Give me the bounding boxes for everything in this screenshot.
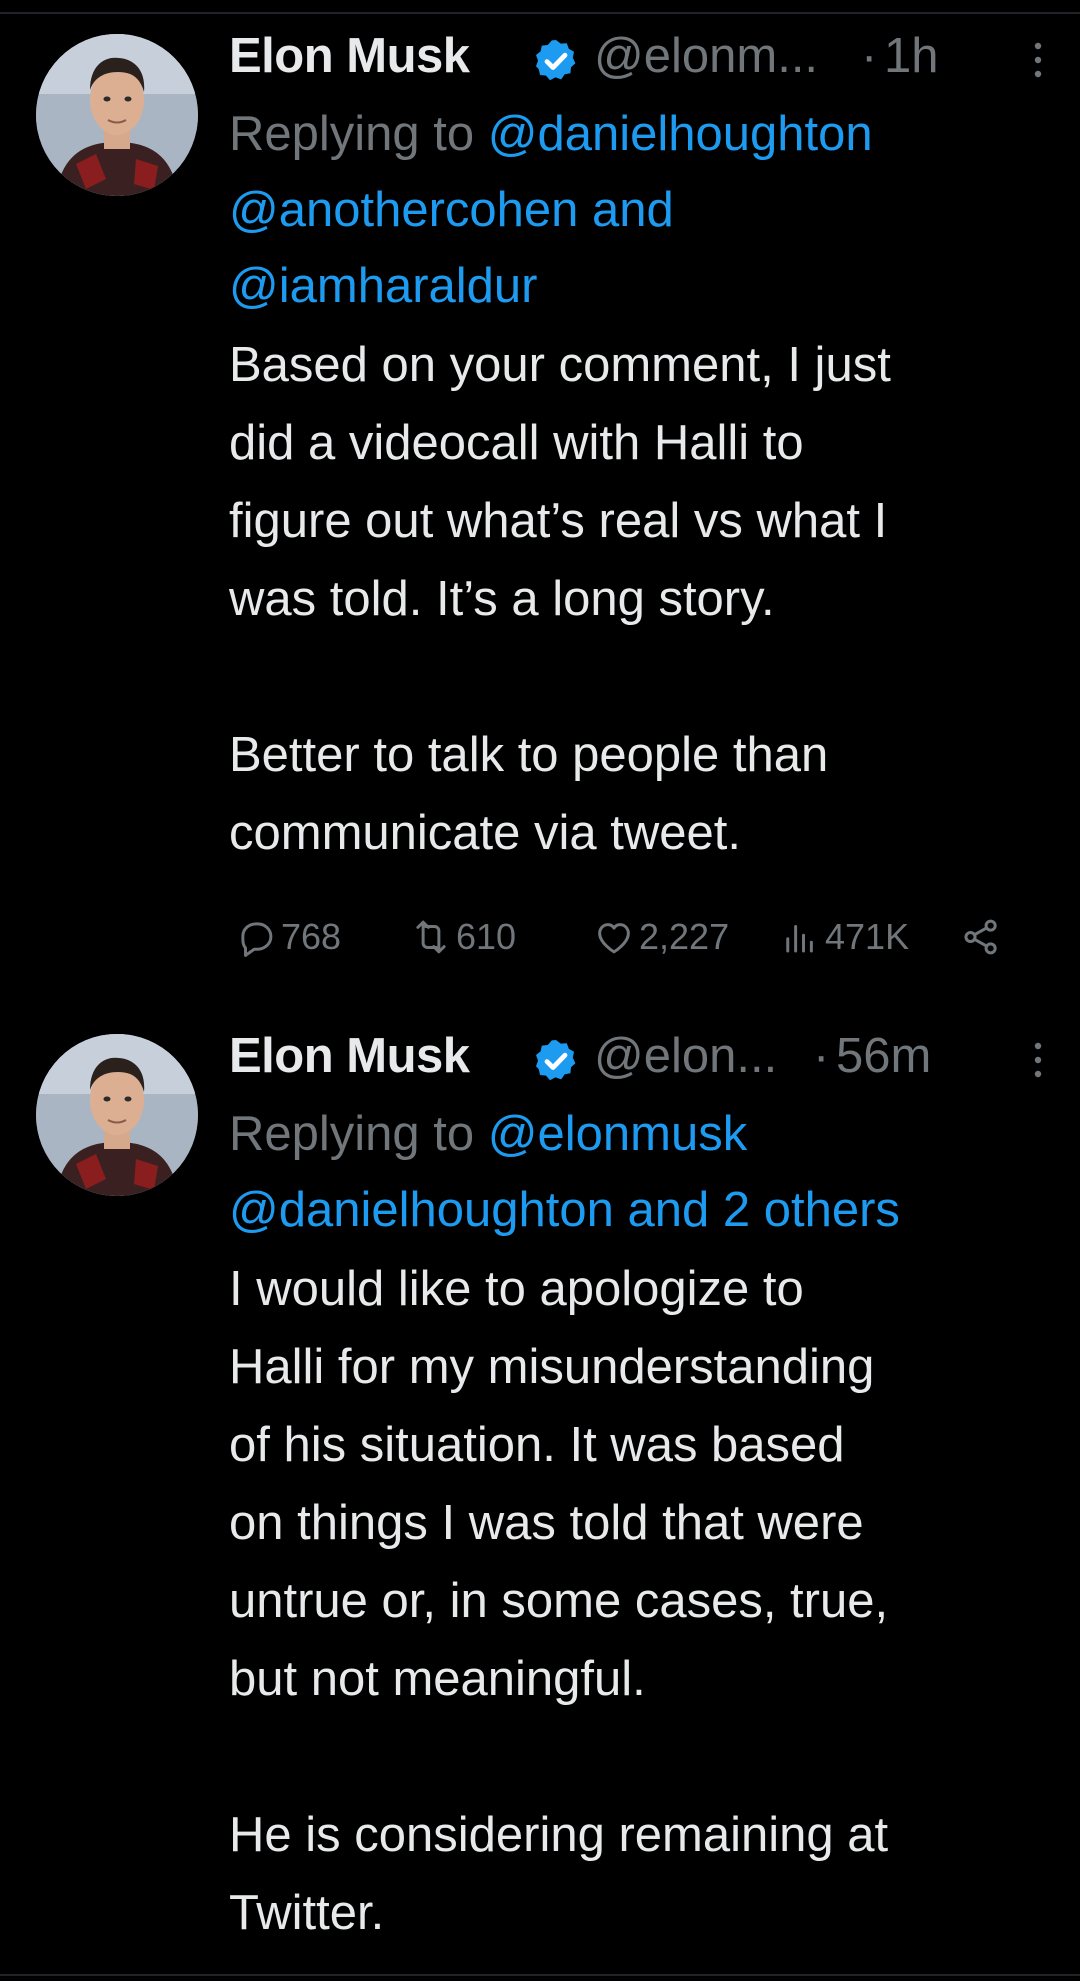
text-line: of his situation. It was based [229,1418,845,1472]
avatar-image [36,34,198,196]
reply-count: 768 [281,916,342,957]
views-count: 471K [825,916,910,957]
tweet-paragraph: Based on your comment, I just did a vide… [229,326,1050,638]
replying-label: Replying to [229,1107,475,1161]
views-bar-chart-icon [786,925,813,953]
views-button[interactable]: 471K [779,912,909,962]
text-line: but not meaningful. [229,1652,646,1706]
tweet[interactable]: Elon Musk @elonm... · 1h Replying to @da… [0,0,1080,1000]
text-line: untrue or, in some cases, true, [229,1574,889,1628]
separator-dot: · [861,29,878,83]
author-name[interactable]: Elon Musk [229,1028,470,1084]
tweet-header: Elon Musk @elonm... · 1h [229,22,1050,96]
like-button[interactable]: 2,227 [593,912,729,962]
tweet-text: I would like to apologize to Halli for m… [229,1250,1050,1952]
tweet-time[interactable]: 56m [836,1028,931,1084]
tweet-text: Based on your comment, I just did a vide… [229,326,1050,872]
tweet-time[interactable]: 1h [884,28,939,84]
text-line: Halli for my misunderstanding [229,1340,875,1394]
author-handle[interactable]: @elon... [594,1028,777,1084]
tweet[interactable]: Elon Musk @elon... · 56m Replying to @el… [0,1000,1080,1975]
author-handle[interactable]: @elonm... [594,28,818,84]
reply-mention-link[interactable]: @danielhoughton [488,107,873,161]
reply-bubble-icon [241,922,273,957]
text-line: Better to talk to people than [229,728,829,782]
verified-badge-icon [536,1040,576,1081]
more-vertical-icon[interactable] [1026,36,1050,86]
text-line: I would like to apologize to [229,1262,804,1316]
tweet-actions: 768 610 2,227 471K [229,912,1009,962]
text-line: was told. It’s a long story. [229,572,775,626]
replying-to: Replying to @danielhoughton @anothercohe… [229,96,1050,324]
tweet-paragraph: Better to talk to people than communicat… [229,716,1050,872]
tweet-paragraph: He is considering remaining at Twitter. [229,1796,1050,1952]
share-button[interactable] [960,912,1006,962]
text-line: Based on your comment, I just [229,338,891,392]
reply-mention-link[interactable]: @iamharaldur [229,248,1050,324]
verified-badge-icon [536,40,576,81]
retweet-button[interactable]: 610 [410,912,516,962]
text-line: communicate via tweet. [229,806,741,860]
text-line: Twitter. [229,1886,385,1940]
replying-label: Replying to [229,107,475,161]
heart-icon [598,923,630,954]
reply-mention-link[interactable]: @elonmusk [488,1107,747,1161]
author-name[interactable]: Elon Musk [229,28,470,84]
reply-button[interactable]: 768 [235,912,341,962]
like-count: 2,227 [639,916,730,957]
tweet-content: Elon Musk @elon... · 56m Replying to @el… [229,1022,1050,1952]
retweet-count: 610 [456,916,517,957]
bottom-divider [0,1974,1080,1976]
reply-mention-link[interactable]: @anothercohen and [229,172,1050,248]
avatar-image [36,1034,198,1196]
avatar[interactable] [36,1034,198,1196]
share-icon [964,919,997,955]
replying-to: Replying to @elonmusk @danielhoughton an… [229,1096,1050,1248]
tweet-paragraph: I would like to apologize to Halli for m… [229,1250,1050,1718]
text-line: He is considering remaining at [229,1808,889,1862]
avatar[interactable] [36,34,198,196]
separator-dot: · [813,1029,830,1083]
text-line: on things I was told that were [229,1496,864,1550]
reply-mention-link[interactable]: @danielhoughton and 2 others [229,1172,1050,1248]
tweet-header: Elon Musk @elon... · 56m [229,1022,1050,1096]
retweet-icon [416,920,446,954]
text-line: figure out what’s real vs what I [229,494,888,548]
tweet-content: Elon Musk @elonm... · 1h Replying to @da… [229,22,1050,872]
more-vertical-icon[interactable] [1026,1036,1050,1086]
text-line: did a videocall with Halli to [229,416,804,470]
